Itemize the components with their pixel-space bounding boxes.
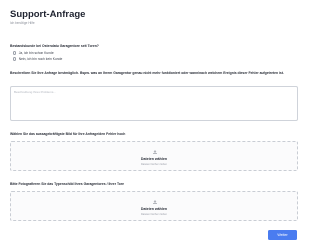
radio-label: Nein, ich bin noch kein Kunde (18, 57, 63, 61)
description-question-label: Beschreiben Sie Ihre Anfrage bestmöglich… (10, 71, 284, 75)
support-form-page: Support-Anfrage Ich benötige Hilfe Besta… (0, 0, 310, 247)
page-subtitle: Ich benötige Hilfe (10, 21, 35, 25)
type-plate-dropzone[interactable]: Dateien wählen Dateien hierher ziehen (10, 191, 298, 221)
customer-question-label: Bestandskunde bei Ostendatu Garagentore … (10, 44, 99, 48)
radio-button[interactable] (13, 57, 17, 61)
drop-hint: Dateien hierher ziehen (140, 162, 168, 166)
image-upload-dropzone[interactable]: Dateien wählen Dateien hierher ziehen (10, 141, 298, 171)
type-plate-label: Bitte Fotografieren Sie das Typenschild … (10, 182, 125, 186)
radio-label: Ja, ich bin schon Kunde (18, 51, 54, 55)
choose-files-button[interactable]: Dateien wählen (11, 157, 297, 161)
radio-option-existing-customer[interactable]: Ja, ich bin schon Kunde (13, 51, 54, 55)
choose-files-button[interactable]: Dateien wählen (11, 207, 297, 211)
page-title: Support-Anfrage (10, 9, 86, 20)
description-placeholder: Beschreibung Ihres Problems... (14, 90, 56, 94)
image-upload-label: Wählen Sie das aussagekräftigste Bild fü… (10, 132, 126, 136)
radio-option-new-customer[interactable]: Nein, ich bin noch kein Kunde (13, 57, 62, 61)
next-button[interactable]: Weiter (268, 230, 297, 240)
cloud-upload-icon (153, 200, 157, 204)
drop-hint: Dateien hierher ziehen (140, 212, 168, 216)
radio-button[interactable] (13, 51, 17, 55)
description-textarea[interactable]: Beschreibung Ihres Problems... (10, 86, 298, 121)
cloud-upload-icon (153, 150, 157, 154)
